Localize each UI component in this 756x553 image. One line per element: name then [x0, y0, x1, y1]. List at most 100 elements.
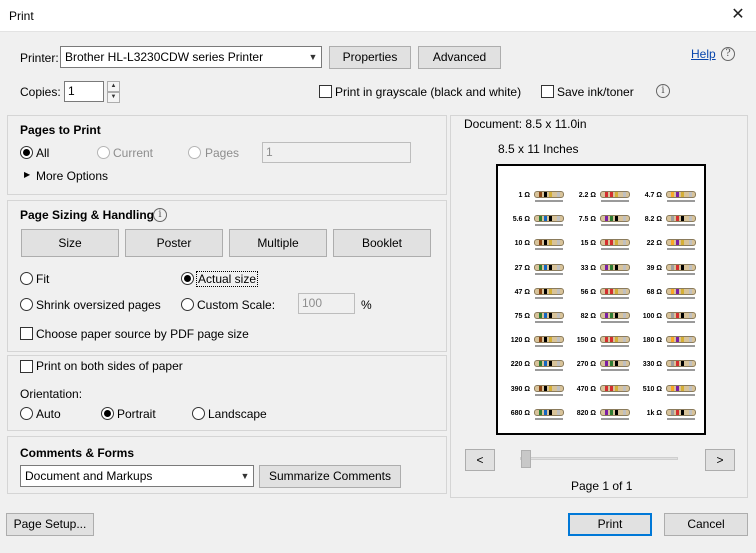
landscape-radio[interactable] [192, 407, 205, 420]
resistor-label: 150 Ω [568, 333, 632, 351]
pages-range-label: Pages [205, 146, 240, 160]
custom-scale-radio[interactable] [181, 298, 194, 311]
fit-label: Fit [36, 272, 50, 286]
advanced-button[interactable]: Advanced [418, 46, 501, 69]
resistor-caption-line [667, 248, 695, 251]
pages-range-input[interactable]: 1 [262, 142, 411, 163]
resistor-label: 68 Ω [634, 285, 698, 303]
save-ink-checkbox[interactable] [541, 85, 554, 98]
resistor-icon [666, 336, 696, 344]
pages-to-print-heading: Pages to Print [20, 123, 101, 137]
resistor-value-text: 1k Ω [646, 409, 662, 417]
resistor-caption-line [601, 321, 629, 323]
resistor-value-text: 5.6 Ω [512, 216, 530, 224]
copies-label: Copies: [20, 85, 61, 99]
resistor-value-text: 82 Ω [580, 313, 596, 320]
resistor-label: 10 Ω [502, 236, 566, 254]
document-size-label: Document: 8.5 x 11.0in [464, 117, 587, 131]
resistor-label: 2.2 Ω [568, 188, 632, 206]
actual-size-radio[interactable] [181, 272, 194, 285]
resistor-icon [534, 239, 564, 247]
next-page-button[interactable]: > [705, 449, 735, 471]
current-page-radio[interactable] [97, 146, 110, 159]
resistor-value-text: 180 Ω [642, 337, 662, 345]
info-icon[interactable]: i [656, 84, 670, 98]
multiple-tab-button[interactable]: Multiple [229, 229, 327, 257]
resistor-icon [666, 408, 696, 416]
resistor-icon [600, 287, 630, 295]
comments-forms-value: Document and Markups [25, 469, 153, 483]
page-slider-thumb[interactable] [521, 450, 531, 468]
resistor-icon [600, 336, 630, 344]
portrait-radio[interactable] [101, 407, 114, 420]
resistor-value-text: 4.7 Ω [644, 192, 662, 199]
resistor-caption-line [535, 296, 563, 299]
shrink-oversized-radio[interactable] [20, 298, 33, 311]
window-title: Print [9, 9, 34, 23]
help-link[interactable]: Help [691, 47, 716, 61]
resistor-label: 680 Ω [502, 406, 566, 424]
resistor-label: 1k Ω [634, 406, 698, 424]
poster-tab-button[interactable]: Poster [125, 229, 223, 257]
resistor-label: 510 Ω [634, 382, 698, 400]
more-options-toggle[interactable]: More Options [36, 169, 108, 183]
resistor-value-text: 120 Ω [510, 337, 530, 345]
comments-forms-select[interactable]: Document and Markups ▼ [20, 465, 254, 487]
resistor-icon [534, 215, 564, 223]
properties-button[interactable]: Properties [329, 46, 411, 69]
previous-page-button[interactable]: < [465, 449, 495, 471]
expand-triangle-icon[interactable]: ▶ [24, 170, 30, 179]
booklet-tab-button[interactable]: Booklet [333, 229, 431, 257]
resistor-icon [534, 312, 564, 319]
resistor-value-text: 390 Ω [510, 385, 530, 393]
resistor-caption-line [601, 369, 629, 372]
resistor-label: 1 Ω [502, 188, 566, 206]
resistor-value-text: 33 Ω [580, 264, 596, 272]
resistor-icon [666, 312, 696, 319]
resistor-value-text: 39 Ω [646, 264, 662, 272]
preview-page: 1 Ω 2.2 Ω 4.7 Ω 5.6 Ω 7.5 Ω 8.2 Ω 10 Ω 15 Ω 22 Ω… [496, 164, 706, 435]
resistor-icon [666, 191, 696, 198]
size-tab-button[interactable]: Size [21, 229, 119, 257]
pages-range-radio[interactable] [188, 146, 201, 159]
summarize-comments-button[interactable]: Summarize Comments [259, 465, 401, 488]
resistor-label: 470 Ω [568, 382, 632, 400]
chevron-down-icon: ▼ [304, 47, 321, 67]
resistor-icon [534, 263, 564, 271]
copies-input[interactable]: 1 [64, 81, 104, 102]
resistor-label: 15 Ω [568, 236, 632, 254]
page-slider-track[interactable] [520, 457, 678, 460]
close-icon[interactable]: ✕ [728, 5, 748, 25]
grayscale-checkbox[interactable] [319, 85, 332, 98]
resistor-icon [534, 336, 564, 344]
title-bar [0, 0, 756, 32]
all-pages-radio[interactable] [20, 146, 33, 159]
custom-scale-label: Custom Scale: [197, 298, 276, 312]
percent-label: % [361, 298, 372, 312]
printer-label: Printer: [20, 51, 59, 65]
resistor-label: 22 Ω [634, 236, 698, 254]
printer-select[interactable]: Brother HL-L3230CDW series Printer ▼ [60, 46, 322, 68]
copies-up-button[interactable]: ▲ [107, 81, 120, 92]
resistor-caption-line [535, 272, 563, 275]
fit-radio[interactable] [20, 272, 33, 285]
resistor-icon [666, 239, 696, 247]
copies-down-button[interactable]: ▼ [107, 92, 120, 103]
print-button[interactable]: Print [568, 513, 652, 536]
sizing-info-icon[interactable]: i [153, 208, 167, 222]
resistor-icon [534, 360, 564, 368]
cancel-button[interactable]: Cancel [664, 513, 748, 536]
resistor-caption-line [667, 200, 695, 202]
page-setup-button[interactable]: Page Setup... [6, 513, 94, 536]
auto-orientation-radio[interactable] [20, 407, 33, 420]
save-ink-label: Save ink/toner [557, 85, 634, 99]
resistor-value-text: 47 Ω [514, 288, 530, 296]
custom-scale-input[interactable]: 100 [298, 293, 355, 314]
resistor-value-text: 470 Ω [576, 385, 596, 393]
resistor-caption-line [601, 417, 629, 420]
page-indicator: Page 1 of 1 [571, 479, 633, 493]
both-sides-checkbox[interactable] [20, 360, 33, 373]
resistor-caption-line [667, 417, 695, 420]
paper-source-checkbox[interactable] [20, 327, 33, 340]
help-icon[interactable]: ? [721, 47, 735, 61]
